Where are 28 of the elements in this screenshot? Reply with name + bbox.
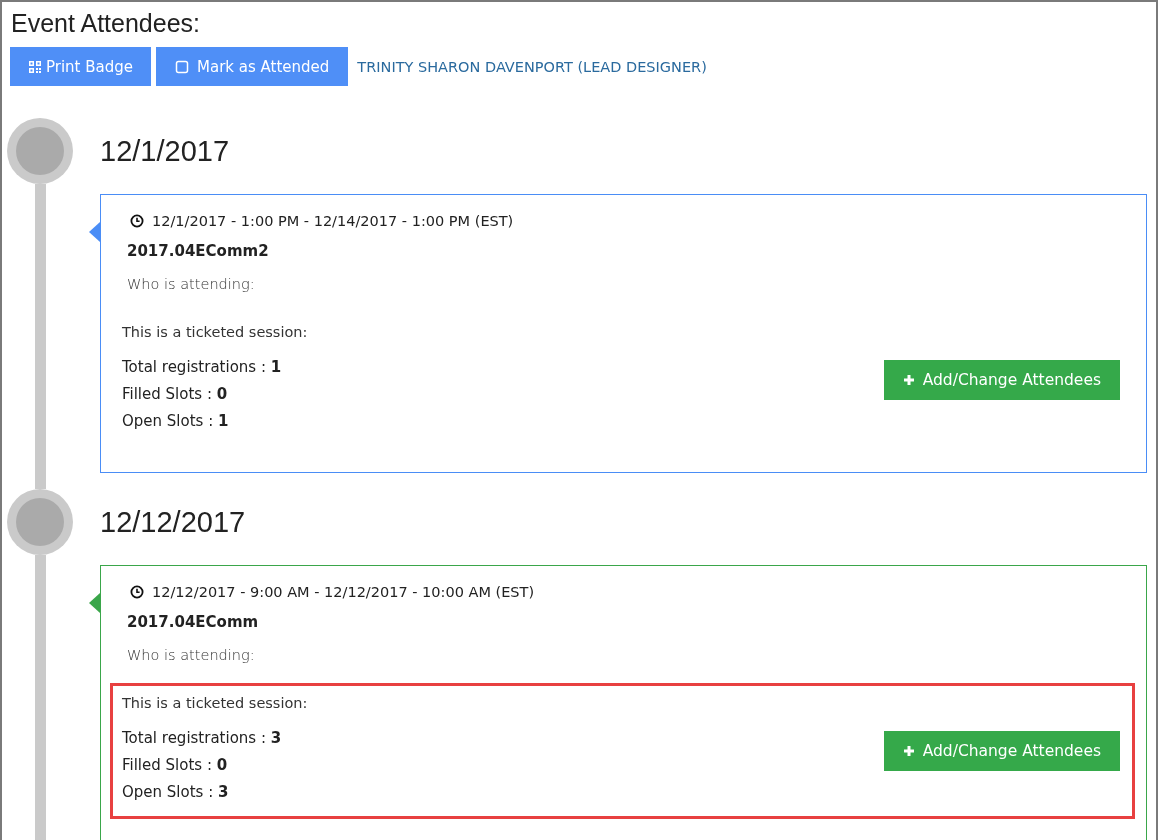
stat-line: Total registrations : 3 (122, 728, 283, 749)
session-time: 12/1/2017 - 1:00 PM - 12/14/2017 - 1:00 PM (EST) (152, 213, 514, 229)
session-time: 12/12/2017 - 9:00 AM - 12/12/2017 - 10:00 AM (EST) (152, 584, 535, 600)
ticketed-label: This is a ticketed session: (122, 324, 308, 340)
session-date: 12/1/2017 (100, 133, 230, 169)
plus-icon (902, 373, 915, 386)
qr-code-icon (28, 59, 42, 74)
who-attending-label: Who is attending: (127, 647, 256, 663)
ticketed-label: This is a ticketed session: (122, 695, 308, 711)
add-attendees-button[interactable]: Add/Change Attendees (883, 730, 1120, 771)
page-title: Event Attendees: (11, 8, 202, 39)
checkbox-icon (175, 59, 190, 74)
clock-icon (130, 585, 144, 599)
add-attendees-button[interactable]: Add/Change Attendees (883, 359, 1120, 400)
mark-attended-button[interactable]: Mark as Attended (156, 47, 349, 86)
who-attending-label: Who is attending: (127, 276, 256, 292)
stat-line: Filled Slots : 0 (122, 755, 229, 776)
plus-icon (902, 744, 915, 757)
attendee-link[interactable]: TRINITY SHARON DAVENPORT (LEAD DESIGNER) (357, 58, 707, 75)
stat-line: Filled Slots : 0 (122, 384, 229, 405)
session-date: 12/12/2017 (100, 504, 247, 540)
print-badge-button[interactable]: Print Badge (10, 47, 152, 86)
stat-line: Total registrations : 1 (122, 357, 283, 378)
stat-line: Open Slots : 3 (122, 782, 230, 803)
clock-icon (130, 214, 144, 228)
stat-line: Open Slots : 1 (122, 411, 230, 432)
session-name: 2017.04EComm2 (127, 242, 270, 260)
session-name: 2017.04EComm (127, 613, 260, 631)
